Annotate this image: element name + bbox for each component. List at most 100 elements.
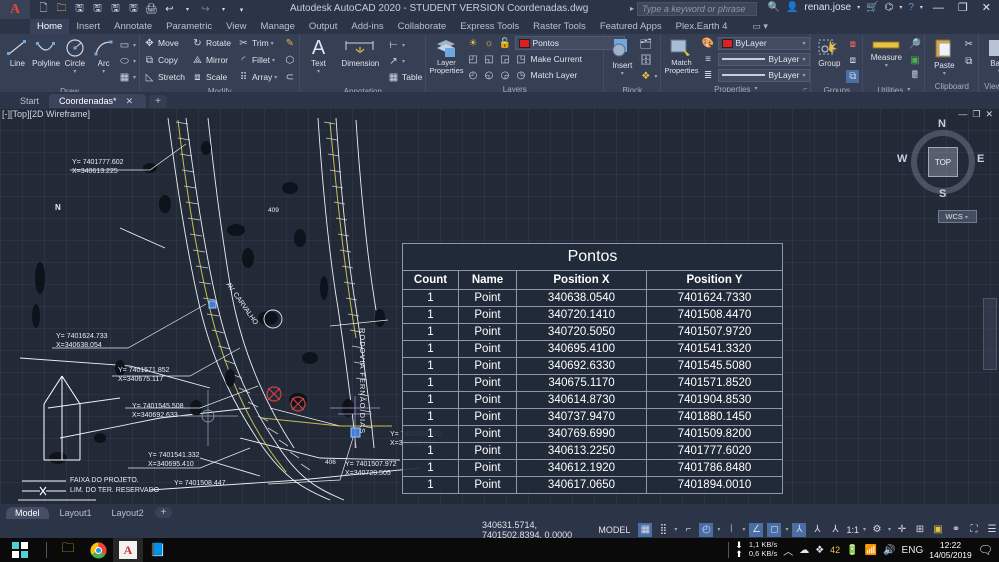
tab-add-ins[interactable]: Add-ins xyxy=(344,19,390,34)
viewcube-top-face[interactable]: TOP xyxy=(928,147,958,177)
tab-output[interactable]: Output xyxy=(302,19,345,34)
layer-unlock-icon[interactable]: ◶ xyxy=(499,69,512,82)
file-tab-start[interactable]: Start xyxy=(10,94,49,108)
chrome-icon[interactable] xyxy=(83,538,113,562)
polar-icon[interactable]: ◴ xyxy=(699,523,713,537)
hardware-accel-icon[interactable]: ▣ xyxy=(931,523,945,537)
coordinate-readout[interactable]: 340631.5714, 7401502.8394, 0.0000 xyxy=(482,520,588,540)
a360-chevron-icon[interactable]: ▾ xyxy=(899,4,902,11)
table-row[interactable]: 1Point340675.11707401571.8520 xyxy=(403,375,783,392)
help-icon[interactable]: ? xyxy=(908,2,914,13)
layer-turn-on-icon[interactable]: ◴ xyxy=(467,69,480,82)
text-dropdown-icon[interactable]: ▾ xyxy=(317,68,320,75)
ungroup-icon[interactable]: ⧇ xyxy=(846,38,859,51)
customization-menu-icon[interactable]: ☰ xyxy=(985,523,999,537)
linetype-combo[interactable]: ByLayer ▾ xyxy=(718,53,810,66)
account-chevron-icon[interactable]: ▾ xyxy=(857,4,860,11)
tab-manage[interactable]: Manage xyxy=(254,19,302,34)
define-attributes-icon[interactable]: 🗄 xyxy=(639,54,652,67)
tab-featured-apps[interactable]: Featured Apps xyxy=(593,19,669,34)
ribbon-display-options-icon[interactable]: ▭ ▾ xyxy=(752,21,768,32)
arc-dropdown-icon[interactable]: ▾ xyxy=(102,68,105,75)
modify-fillet-button[interactable]: ◜Fillet▾ xyxy=(237,53,277,67)
autocad-icon[interactable]: A xyxy=(113,538,143,562)
create-block-icon[interactable]: ❖ xyxy=(639,70,652,83)
block-editor-icon[interactable]: 🗂 xyxy=(639,38,652,51)
offset-icon[interactable]: ⊂ xyxy=(283,71,296,84)
ortho-icon[interactable]: ⌐ xyxy=(681,523,695,537)
trim-dropdown-icon[interactable]: ▾ xyxy=(271,40,274,47)
grid-icon[interactable]: ▦ xyxy=(638,523,652,537)
start-icon[interactable] xyxy=(0,542,40,558)
layer-freeze-icon[interactable]: ◲ xyxy=(499,53,512,66)
new-layout-icon[interactable]: + xyxy=(155,507,173,518)
annotation-scale-value[interactable]: 1:1 xyxy=(846,525,859,535)
layer-lock-icon[interactable]: 🔓 xyxy=(499,37,512,50)
tab-home[interactable]: Home xyxy=(30,19,69,34)
quick-calc-green-icon[interactable]: ▣ xyxy=(908,54,921,67)
cut-icon[interactable]: ✂ xyxy=(962,38,975,51)
polar-chevron-icon[interactable]: ▾ xyxy=(717,526,720,533)
dimstyle-dropdown-icon[interactable]: ▾ xyxy=(402,42,405,49)
file-tab-coordenadas[interactable]: Coordenadas* ✕ xyxy=(49,94,146,108)
tab-layout1[interactable]: Layout1 xyxy=(51,507,101,519)
layer-isolate-icon[interactable]: ◰ xyxy=(467,53,480,66)
table-row[interactable]: 1Point340612.19207401786.8480 xyxy=(403,460,783,477)
lineweight-combo-chevron-icon[interactable]: ▾ xyxy=(803,72,806,79)
linetype-combo-chevron-icon[interactable]: ▾ xyxy=(803,56,806,63)
notepad-icon[interactable]: 📘 xyxy=(143,538,173,562)
plot-icon[interactable]: 🖫 xyxy=(108,2,123,17)
save-icon[interactable]: 🖫 xyxy=(72,2,87,17)
tab-plex-earth[interactable]: Plex.Earth 4 xyxy=(669,19,735,34)
tab-parametric[interactable]: Parametric xyxy=(159,19,219,34)
close-icon[interactable]: ✕ xyxy=(123,94,137,108)
viewcube-north-label[interactable]: N xyxy=(938,118,946,130)
drawing-canvas[interactable]: [-][Top][2D Wireframe] xyxy=(0,108,999,504)
tab-view[interactable]: View xyxy=(219,19,253,34)
osnap-chevron-icon[interactable]: ▾ xyxy=(742,526,745,533)
osnap-icon[interactable]: ⦚ xyxy=(724,523,738,537)
onedrive-icon[interactable]: ☁ xyxy=(799,545,809,556)
tab-raster-tools[interactable]: Raster Tools xyxy=(526,19,593,34)
redo-icon[interactable]: ↪ xyxy=(198,2,213,17)
saveas-icon[interactable]: 🖫 xyxy=(90,2,105,17)
modify-trim-button[interactable]: ✂Trim▾ xyxy=(237,36,277,50)
annotation-scale-icon[interactable]: ⅄ xyxy=(828,523,842,537)
calculator-icon[interactable]: 🖩 xyxy=(908,70,921,83)
leader-icon[interactable]: ↗ xyxy=(387,55,400,68)
ucs-status-chevron-icon[interactable]: ▾ xyxy=(785,526,788,533)
table-row[interactable]: 1Point340695.41007401541.3320 xyxy=(403,341,783,358)
table-row[interactable]: 1Point340613.22507401777.6020 xyxy=(403,443,783,460)
paste-dropdown-icon[interactable]: ▾ xyxy=(943,70,946,77)
modify-rotate-button[interactable]: ↻Rotate xyxy=(191,36,231,50)
block-dropdown-icon[interactable]: ▾ xyxy=(654,73,657,80)
file-explorer-icon[interactable]: 🗀 xyxy=(53,538,83,562)
clean-screen-icon[interactable]: ⚭ xyxy=(949,523,963,537)
match-properties-button[interactable]: MatchProperties xyxy=(664,36,698,76)
annotation-visibility-icon[interactable]: ⅄ xyxy=(792,523,806,537)
user-account-icon[interactable]: 👤 xyxy=(786,2,798,13)
measure-button[interactable]: Measure ▾ xyxy=(866,36,906,69)
viewcube-south-label[interactable]: S xyxy=(939,188,946,200)
layer-sun-icon[interactable]: ☼ xyxy=(483,37,496,50)
search-input[interactable]: Type a keyword or phrase xyxy=(637,2,757,16)
tab-express-tools[interactable]: Express Tools xyxy=(453,19,526,34)
snap-icon[interactable]: ⣿ xyxy=(656,523,670,537)
autoscale-icon[interactable]: ⅄ xyxy=(810,523,824,537)
language-indicator[interactable]: ENG xyxy=(902,545,924,556)
modify-mirror-button[interactable]: ⟁Mirror xyxy=(191,53,231,67)
snap-chevron-icon[interactable]: ▾ xyxy=(674,526,677,533)
leader-dropdown-icon[interactable]: ▾ xyxy=(402,58,405,65)
tab-collaborate[interactable]: Collaborate xyxy=(391,19,454,34)
help-chevron-icon[interactable]: ▾ xyxy=(920,4,923,11)
volume-icon[interactable]: 🔊 xyxy=(883,545,895,556)
table-row[interactable]: 1Point340614.87307401904.8530 xyxy=(403,392,783,409)
search-icon[interactable]: 🔍 xyxy=(768,2,780,13)
dimension-style-icon[interactable]: ⊢ xyxy=(387,39,400,52)
tab-model[interactable]: Model xyxy=(6,507,49,519)
tab-layout2[interactable]: Layout2 xyxy=(103,507,153,519)
open-icon[interactable]: 🗀 xyxy=(54,2,69,17)
layer-thaw-icon[interactable]: ◵ xyxy=(483,69,496,82)
annotation-table-button[interactable]: ▦Table xyxy=(387,70,422,84)
table-row[interactable]: 1Point340638.05407401624.7330 xyxy=(403,290,783,307)
